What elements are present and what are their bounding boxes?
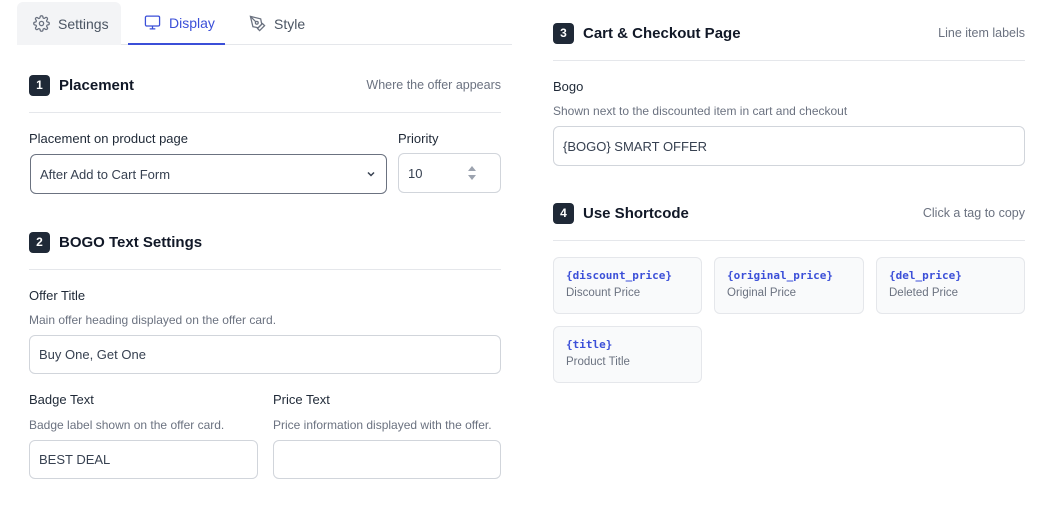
gear-icon — [33, 15, 50, 32]
bogo-help: Shown next to the discounted item in car… — [553, 104, 848, 118]
priority-value: 10 — [408, 165, 423, 181]
shortcode-section-header: 4 Use Shortcode Click a tag to copy — [553, 201, 1025, 225]
badge-text-input[interactable]: BEST DEAL — [29, 440, 258, 479]
shortcode-tag-original-price[interactable]: {original_price} Original Price — [714, 257, 864, 314]
bogo-label: Bogo — [553, 79, 584, 94]
bogo-text-section-header: 2 BOGO Text Settings — [29, 230, 501, 254]
tab-display-label: Display — [169, 14, 215, 31]
tab-display[interactable]: Display — [128, 2, 225, 45]
badge-text-value: BEST DEAL — [39, 452, 111, 467]
price-text-label: Price Text — [273, 392, 330, 407]
shortcode-tag-code: {title} — [566, 338, 613, 351]
offer-title-input[interactable]: Buy One, Get One — [29, 335, 501, 374]
priority-label: Priority — [398, 131, 439, 146]
offer-title-value: Buy One, Get One — [39, 347, 146, 362]
tab-bar: Settings Display Style — [17, 2, 512, 45]
tab-style-label: Style — [274, 15, 306, 32]
divider — [29, 112, 501, 113]
section-title: Placement — [59, 76, 135, 94]
section-hint: Where the offer appears — [366, 78, 501, 92]
monitor-icon — [144, 15, 161, 30]
divider — [29, 269, 501, 270]
shortcode-tag-desc: Original Price — [727, 287, 797, 299]
bogo-input[interactable]: {BOGO} SMART OFFER — [553, 126, 1025, 166]
shortcode-tag-desc: Deleted Price — [889, 287, 959, 299]
tab-settings-label: Settings — [58, 15, 109, 32]
pen-tool-icon — [249, 15, 266, 32]
section-hint: Click a tag to copy — [922, 206, 1025, 220]
section-title: BOGO Text Settings — [59, 233, 203, 251]
step-badge: 3 — [553, 22, 574, 44]
shortcode-tag-code: {original_price} — [727, 269, 833, 282]
badge-text-help: Badge label shown on the offer card. — [29, 418, 225, 432]
shortcode-tag-desc: Discount Price — [566, 287, 641, 299]
divider — [553, 240, 1025, 241]
shortcode-tag-del-price[interactable]: {del_price} Deleted Price — [876, 257, 1025, 314]
step-badge: 1 — [29, 74, 50, 96]
tab-settings[interactable]: Settings — [17, 2, 121, 45]
cart-section-header: 3 Cart & Checkout Page Line item labels — [553, 21, 1025, 45]
price-text-input[interactable] — [273, 440, 501, 479]
placement-select[interactable]: After Add to Cart Form — [30, 154, 387, 194]
section-hint: Line item labels — [938, 26, 1025, 40]
price-text-help: Price information displayed with the off… — [273, 418, 492, 432]
tab-style[interactable]: Style — [233, 2, 313, 45]
shortcode-tag-code: {discount_price} — [566, 269, 672, 282]
shortcode-tag-discount-price[interactable]: {discount_price} Discount Price — [553, 257, 702, 314]
divider — [553, 60, 1025, 61]
bogo-value: {BOGO} SMART OFFER — [563, 138, 707, 154]
chevron-down-icon — [367, 171, 375, 177]
badge-text-label: Badge Text — [29, 392, 94, 407]
shortcode-tag-code: {del_price} — [889, 269, 962, 282]
stepper-arrows-icon[interactable] — [466, 164, 478, 182]
offer-title-label: Offer Title — [29, 288, 86, 303]
section-title: Use Shortcode — [583, 204, 689, 222]
priority-input[interactable]: 10 — [398, 153, 501, 193]
shortcode-tag-title[interactable]: {title} Product Title — [553, 326, 702, 383]
placement-section-header: 1 Placement Where the offer appears — [29, 73, 501, 97]
offer-title-help: Main offer heading displayed on the offe… — [29, 313, 277, 327]
section-title: Cart & Checkout Page — [583, 24, 741, 42]
shortcode-tag-desc: Product Title — [566, 356, 630, 368]
step-badge: 4 — [553, 202, 574, 224]
step-badge: 2 — [29, 231, 50, 253]
placement-select-value: After Add to Cart Form — [40, 166, 171, 182]
placement-label: Placement on product page — [29, 131, 188, 146]
